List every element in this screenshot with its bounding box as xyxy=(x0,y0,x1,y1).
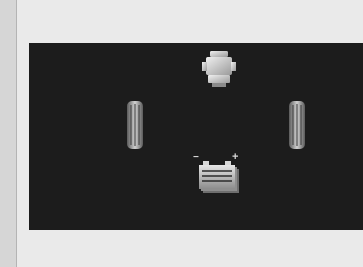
right-wheel-icon xyxy=(289,101,305,149)
battery-icon: − + xyxy=(193,151,239,193)
engine-icon xyxy=(202,51,236,87)
energy-flow-screen: − + xyxy=(29,43,363,230)
battery-negative-label: − xyxy=(193,152,199,163)
battery-positive-label: + xyxy=(232,151,238,163)
left-wheel-icon xyxy=(127,101,143,149)
